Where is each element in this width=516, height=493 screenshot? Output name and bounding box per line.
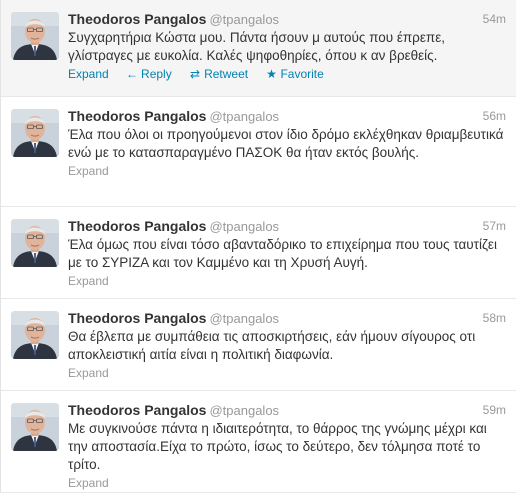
author-fullname[interactable]: Theodoros Pangalos [68, 310, 206, 326]
avatar[interactable] [11, 12, 59, 60]
avatar[interactable] [11, 403, 59, 451]
tweet-item[interactable]: Theodoros Pangalos @tpangalos 54m Συγχαρη… [1, 0, 516, 97]
author-username[interactable]: @tpangalos [209, 219, 279, 234]
tweet-timestamp[interactable]: 59m [483, 401, 506, 419]
star-icon: ★ [266, 67, 277, 81]
expand-link[interactable]: Expand [68, 67, 109, 81]
tweet-timestamp[interactable]: 54m [483, 10, 506, 28]
author-username[interactable]: @tpangalos [209, 311, 279, 326]
favorite-button[interactable]: ★ Favorite [265, 66, 324, 82]
avatar[interactable] [11, 219, 59, 267]
tweet-actions: Expand [68, 365, 506, 381]
reply-label: Reply [141, 67, 172, 81]
tweet-item[interactable]: Theodoros Pangalos @tpangalos 57m Έλα όμω… [1, 207, 516, 299]
tweet-text: Έλα όμως που είναι τόσο αβανταδόρικο το … [68, 237, 497, 270]
tweet-text: Συγχαρητήρια Κώστα μου. Πάντα ήσουν μ αυ… [68, 30, 445, 63]
expand-link[interactable]: Expand [68, 366, 109, 380]
avatar[interactable] [11, 109, 59, 157]
author-username[interactable]: @tpangalos [209, 12, 279, 27]
tweet-header: Theodoros Pangalos @tpangalos 54m [68, 10, 506, 28]
tweet-item[interactable]: Theodoros Pangalos @tpangalos 58m Θα έβλε… [1, 299, 516, 391]
tweet-actions: Expand [68, 475, 506, 491]
author-fullname[interactable]: Theodoros Pangalos [68, 218, 206, 234]
tweet-actions: Expand [68, 163, 506, 179]
author-username[interactable]: @tpangalos [209, 403, 279, 418]
author-fullname[interactable]: Theodoros Pangalos [68, 11, 206, 27]
tweet-actions: Expand ← Reply ⇄ Retweet ★ Favorite [68, 66, 506, 82]
tweet-text: Με συγκινούσε πάντα η ιδιαιτερότητα, το … [68, 421, 487, 472]
author-username[interactable]: @tpangalos [209, 109, 279, 124]
tweet-header: Theodoros Pangalos @tpangalos 56m [68, 107, 506, 125]
tweet-item[interactable]: Theodoros Pangalos @tpangalos 59m Με συγκ… [1, 391, 516, 493]
tweet-item[interactable]: Theodoros Pangalos @tpangalos 56m Έλα που… [1, 97, 516, 207]
favorite-label: Favorite [280, 67, 324, 81]
retweet-icon: ⇄ [190, 67, 201, 81]
avatar[interactable] [11, 311, 59, 359]
tweet-timestamp[interactable]: 57m [483, 217, 506, 235]
author-fullname[interactable]: Theodoros Pangalos [68, 108, 206, 124]
expand-link[interactable]: Expand [68, 476, 109, 490]
author-fullname[interactable]: Theodoros Pangalos [68, 402, 206, 418]
expand-link[interactable]: Expand [68, 164, 109, 178]
tweet-header: Theodoros Pangalos @tpangalos 59m [68, 401, 506, 419]
tweet-timeline: Theodoros Pangalos @tpangalos 54m Συγχαρη… [0, 0, 516, 493]
tweet-timestamp[interactable]: 56m [483, 107, 506, 125]
retweet-label: Retweet [204, 67, 249, 81]
reply-button[interactable]: ← Reply [126, 66, 172, 82]
reply-arrow-icon: ← [126, 67, 139, 81]
retweet-button[interactable]: ⇄ Retweet [189, 66, 248, 82]
tweet-header: Theodoros Pangalos @tpangalos 58m [68, 309, 506, 327]
tweet-header: Theodoros Pangalos @tpangalos 57m [68, 217, 506, 235]
tweet-text: Έλα που όλοι οι προηγούμενοι στον ίδιο δ… [68, 127, 504, 160]
tweet-timestamp[interactable]: 58m [483, 309, 506, 327]
tweet-actions: Expand [68, 273, 506, 289]
expand-link[interactable]: Expand [68, 274, 109, 288]
tweet-text: Θα έβλεπα με συμπάθεια τις αποσκιρτήσεις… [68, 329, 476, 362]
